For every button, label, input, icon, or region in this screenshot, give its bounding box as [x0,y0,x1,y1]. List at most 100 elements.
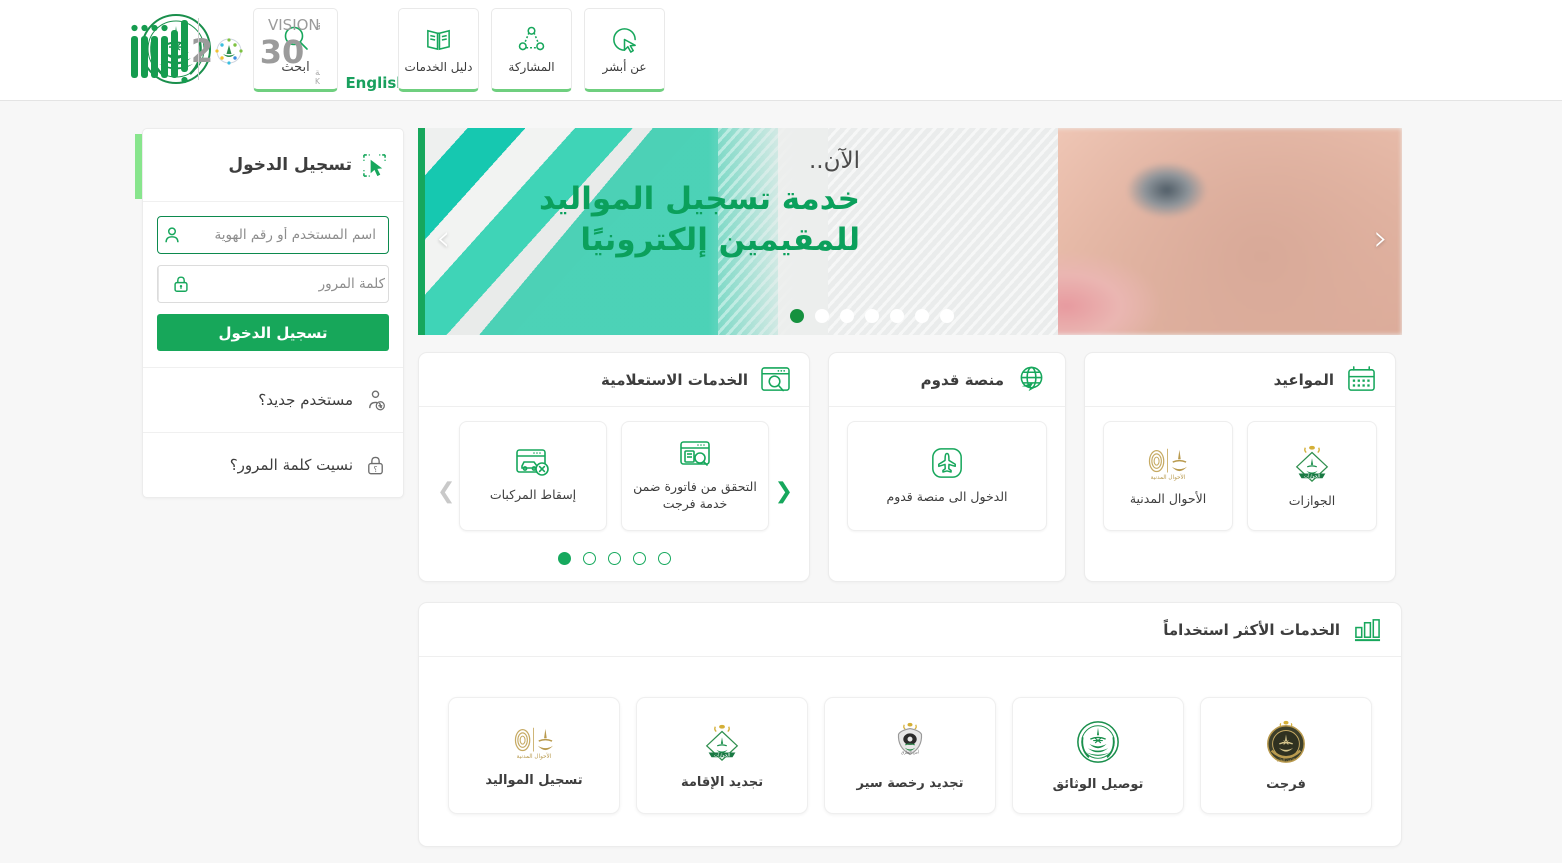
document-search-icon [678,440,712,470]
tile-document-delivery[interactable]: توصيل الوثائق [1012,697,1184,814]
passports-emblem: الجوازات [699,721,745,763]
most-used-tiles: الأحوال المدنية تسجيل المواليد الجوازات … [419,657,1401,814]
hero-text-block: الآن.. خدمة تسجيل المواليد للمقيمين إلكت… [440,146,860,261]
vision-2030-logo: VISION رؤيـــة 2 30 المملكة العربية السع… [172,14,320,86]
new-user-link[interactable]: مستخدم جديد؟ [143,367,403,432]
nav-about-absher[interactable]: عن أبشر [584,8,665,92]
hero-dots [790,309,954,323]
card-dot[interactable] [557,552,571,565]
svg-text:الأحوال المدنية: الأحوال المدنية [1151,473,1186,481]
login-header: تسجيل الدخول [135,129,403,202]
card-dot[interactable] [582,552,596,565]
svg-text:الجوازات: الجوازات [1304,474,1320,479]
card-title: الخدمات الأكثر استخداماً [1163,620,1340,639]
tile-civil-affairs[interactable]: الأحوال المدنية الأحوال المدنية [1103,421,1233,531]
login-title: تسجيل الدخول [228,155,352,175]
password-input[interactable] [202,266,388,302]
hero-next-arrow[interactable]: › [436,221,450,257]
tile-vehicle-scrapping[interactable]: إسقاط المركبات [459,421,607,531]
tile-verify-farajat-invoice[interactable]: التحقق من فاتورة ضمن خدمة فرجت [621,421,769,531]
svg-text:KINGDOM OF SAUDI ARABIA: KINGDOM OF SAUDI ARABIA [315,77,320,86]
card-appointments: المواعيد الأحوال المدنية الأحوال المدنية… [1084,352,1396,582]
card-dot[interactable] [632,552,646,565]
traffic-police-emblem: أمن الطرق [887,720,933,764]
tile-farajat[interactable]: الأمن العام فرجت [1200,697,1372,814]
most-used-services-card: الخدمات الأكثر استخداماً الأحوال المدنية [418,602,1402,847]
card-title: منصة قدوم [920,370,1004,389]
login-submit-button[interactable]: تسجيل الدخول [157,314,389,351]
hero-dot[interactable] [940,309,954,323]
svg-text:الأحوال المدنية: الأحوال المدنية [517,752,552,760]
card-body: إسقاط المركبات التحقق من فاتورة ضمن خدمة… [419,407,809,531]
hero-carousel[interactable]: الآن.. خدمة تسجيل المواليد للمقيمين إلكت… [418,128,1402,335]
card-inquiry-services: الخدمات الاستعلامية إسقاط المركبات التحق… [418,352,810,582]
card-qudum-platform: منصة قدوم الدخول الى منصة قدوم [828,352,1066,582]
hero-headline-line-2: للمقيمين إلكترونيًا [580,221,860,258]
card-prev-arrow[interactable]: ❮ [775,481,793,503]
card-header: الخدمات الاستعلامية [419,353,809,407]
tile-renew-vehicle-license[interactable]: أمن الطرق تجديد رخصة سير [824,697,996,814]
card-dots [419,552,809,565]
nav-label: عن أبشر [602,59,647,74]
card-header: المواعيد [1085,353,1395,407]
svg-text:الجوازات: الجوازات [714,753,730,758]
tile-enter-qudum[interactable]: الدخول الى منصة قدوم [847,421,1047,531]
absher-wordmark[interactable] [128,12,192,86]
hero-dot[interactable] [915,309,929,323]
card-title: المواعيد [1273,370,1334,389]
tile-label: تسجيل المواليد [485,773,583,788]
browser-car-remove-icon [515,448,551,478]
tile-label: الأحوال المدنية [1129,491,1207,507]
card-body: الأحوال المدنية الأحوال المدنية الجوازات… [1085,407,1395,531]
user-icon [158,217,193,253]
browser-search-icon [760,366,791,393]
hero-dot[interactable] [865,309,879,323]
forgot-password-link[interactable]: ؟ نسيت كلمة المرور؟ [143,432,403,497]
site-header: ابحث English عن أبشر المشاركة دليل الخدم… [0,0,1562,101]
service-cards-row: الخدمات الاستعلامية إسقاط المركبات التحق… [418,352,1402,582]
tile-birth-registration[interactable]: الأحوال المدنية تسجيل المواليد [448,697,620,814]
logo-divider [198,18,199,80]
username-input[interactable] [193,217,388,253]
hero-prev-arrow[interactable]: ‹ [1374,221,1388,257]
card-header: الخدمات الأكثر استخداماً [419,603,1401,657]
hero-dot[interactable] [840,309,854,323]
tile-label: الدخول الى منصة قدوم [886,489,1008,505]
civil-affairs-emblem: الأحوال المدنية [1143,444,1193,482]
hero-dot[interactable] [815,309,829,323]
absher-portal-page: ابحث English عن أبشر المشاركة دليل الخدم… [0,0,1562,863]
username-field-wrapper [157,216,389,254]
svg-text:2: 2 [191,32,213,70]
hero-dot[interactable] [790,309,804,323]
card-dot[interactable] [607,552,621,565]
hero-kicker: الآن.. [808,148,860,174]
lock-question-icon: ؟ [364,454,387,477]
nav-services-guide[interactable]: دليل الخدمات [398,8,479,92]
tile-label: إسقاط المركبات [489,487,577,503]
airplane-rounded-icon [930,446,964,480]
share-network-icon [517,25,546,54]
login-panel: تسجيل الدخول اسم المستخدم أو رقم الهوية … [135,128,404,498]
header-nav: عن أبشر المشاركة دليل الخدمات [398,8,665,92]
book-icon [424,25,453,54]
card-title: الخدمات الاستعلامية [600,370,748,389]
card-dot[interactable] [657,552,671,565]
hero-dot[interactable] [890,309,904,323]
nav-label: المشاركة [508,59,555,74]
svg-text:الأمن العام: الأمن العام [1277,757,1295,762]
nav-label: دليل الخدمات [404,59,473,74]
login-form: تسجيل الدخول [143,202,403,367]
hero-headline-line-1: خدمة تسجيل المواليد [539,181,860,218]
tile-renew-residency[interactable]: الجوازات تجديد الإقامة [636,697,808,814]
tile-label: التحقق من فاتورة ضمن خدمة فرجت [633,478,757,511]
bar-chart-icon [1352,616,1383,643]
tile-passports[interactable]: الجوازات الجوازات [1247,421,1377,531]
forgot-password-label: نسيت كلمة المرور؟ [229,456,353,474]
card-next-arrow[interactable]: ❯ [437,481,455,503]
card-header: منصة قدوم [829,353,1065,407]
nav-participation[interactable]: المشاركة [491,8,572,92]
svg-text:30: 30 [260,33,305,71]
globe-plane-icon [1016,365,1047,394]
svg-text:رؤيـــة: رؤيـــة [315,18,320,34]
login-accent-bar [135,134,142,199]
